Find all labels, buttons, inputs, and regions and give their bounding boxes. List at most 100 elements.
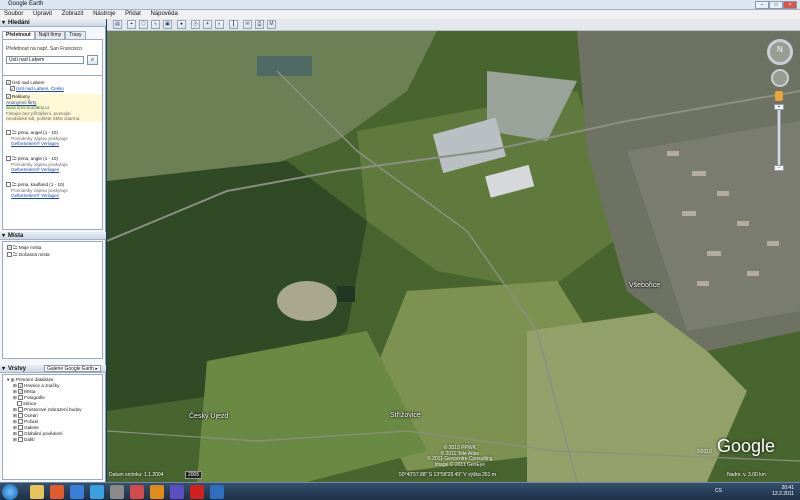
search-button[interactable]: ⌕ xyxy=(87,55,98,65)
zoom-out-button[interactable]: − xyxy=(774,165,784,171)
historical-year-badge[interactable]: 2005 xyxy=(185,471,203,479)
checkbox[interactable] xyxy=(18,437,24,443)
ad-link[interactable]: Anonymní flirty xyxy=(6,100,36,105)
checkbox[interactable] xyxy=(7,252,12,258)
google-maps-icon[interactable]: M xyxy=(267,20,276,29)
result-link[interactable]: GelbeSeiten® Verlagen xyxy=(11,167,59,172)
gallery-button[interactable]: Galerie Google Earth ▸ xyxy=(44,365,101,372)
minimize-button[interactable]: – xyxy=(755,1,769,9)
app-icon[interactable] xyxy=(210,485,224,499)
list-item[interactable]: ⊞ Fotografie xyxy=(13,395,45,401)
place-label-vsebořice[interactable]: Všebořice xyxy=(629,282,660,289)
menu-help[interactable]: Nápověda xyxy=(146,10,181,18)
place-label: Moje místa xyxy=(18,245,42,250)
zoom-in-button[interactable]: + xyxy=(774,104,784,110)
list-item[interactable]: ⊞ Prostorové zobrazení budov xyxy=(13,407,82,413)
historical-imagery-icon[interactable]: ◷ xyxy=(191,20,200,29)
list-item[interactable]: ⊞ ✓ Místa xyxy=(13,389,35,395)
maximize-button[interactable]: □ xyxy=(769,1,783,9)
media-player-icon[interactable] xyxy=(50,485,64,499)
look-joystick[interactable] xyxy=(771,69,789,87)
close-button[interactable]: × xyxy=(783,1,797,9)
tab-fly-to[interactable]: Přeletnout xyxy=(2,31,35,39)
list-item[interactable]: 🗀 pirna, angle (1 - 10) Poznámky zápisu … xyxy=(6,156,102,173)
list-item[interactable]: ⊞ Další xyxy=(13,437,35,443)
menu-tools[interactable]: Nástroje xyxy=(89,10,119,18)
ruler-icon[interactable]: ┃ xyxy=(229,20,238,29)
menu-view[interactable]: Zobrazit xyxy=(58,10,88,18)
app-icon[interactable] xyxy=(110,485,124,499)
layer-label: Fotografie xyxy=(24,395,45,400)
search-input[interactable]: Ústí nad Labem xyxy=(6,56,84,64)
record-tour-icon[interactable]: ● xyxy=(177,20,186,29)
zoom-slider[interactable] xyxy=(777,107,781,167)
list-item[interactable]: Silnice xyxy=(13,401,36,407)
sidebar: Hledání PřeletnoutNajít firmyTrasy Přele… xyxy=(0,19,106,482)
list-item[interactable]: ⊞ Globální povědomí xyxy=(13,431,63,437)
layers-panel-header[interactable]: Vrstvy Galerie Google Earth ▸ xyxy=(0,365,106,373)
result-link[interactable]: Ústí nad Labem, Česko xyxy=(16,86,64,91)
checkbox[interactable]: ✓ xyxy=(6,80,11,86)
print-icon[interactable]: ⎙ xyxy=(255,20,264,29)
planets-icon[interactable]: ◐ xyxy=(215,20,224,29)
menu-add[interactable]: Přidat xyxy=(121,10,145,18)
menu-edit[interactable]: Úpravit xyxy=(29,10,56,18)
checkbox[interactable] xyxy=(18,395,24,401)
path-icon[interactable]: ∿ xyxy=(151,20,160,29)
explorer-icon[interactable] xyxy=(30,485,44,499)
place-label-cesky-ujezd[interactable]: Český Újezd xyxy=(189,413,228,420)
result-link[interactable]: GelbeSeiten® Verlagen xyxy=(11,141,59,146)
menu-file[interactable]: Soubor xyxy=(0,10,27,18)
checkbox[interactable]: ✓ xyxy=(18,389,24,395)
list-item[interactable]: ✓ Reklamy Anonymní flirty www.sms-kontakt… xyxy=(6,94,102,122)
list-item[interactable]: ⊞ Oceán xyxy=(13,413,38,419)
sunlight-icon[interactable]: ☀ xyxy=(203,20,212,29)
checkbox[interactable] xyxy=(18,413,24,419)
tab-directions[interactable]: Trasy xyxy=(65,31,86,39)
email-icon[interactable]: ✉ xyxy=(243,20,252,29)
placemark-icon[interactable]: ⌖ xyxy=(127,20,136,29)
list-item[interactable]: ⊞ Galerie xyxy=(13,425,39,431)
checkbox[interactable] xyxy=(18,407,24,413)
checkbox[interactable] xyxy=(16,401,22,407)
north-icon: N xyxy=(777,45,783,54)
checkbox[interactable]: ✓ xyxy=(9,85,15,91)
language-indicator[interactable]: CS xyxy=(715,488,722,494)
browser-icon[interactable] xyxy=(70,485,84,499)
list-item[interactable]: ⊞ ✓ Hranice a značky xyxy=(13,383,59,389)
opera-icon[interactable] xyxy=(190,485,204,499)
google-earth-icon[interactable] xyxy=(90,485,104,499)
start-button[interactable] xyxy=(2,484,18,500)
checkbox[interactable] xyxy=(18,425,24,431)
layer-label: Primární databáze xyxy=(15,377,54,382)
map-view[interactable]: Všebořice Český Újezd Střížovice N + − G… xyxy=(107,31,800,482)
list-item[interactable]: ✓ Ústí nad Labem ✓ Ústí nad Labem, Česko xyxy=(6,80,102,91)
tab-find-businesses[interactable]: Najít firmy xyxy=(34,31,66,39)
clock[interactable]: 20:41 13.2.2011 xyxy=(772,485,794,497)
checkbox[interactable] xyxy=(18,431,24,437)
layer-label: Počasí xyxy=(24,419,39,424)
list-item[interactable]: 🗀 Dočasná místa xyxy=(7,252,50,258)
list-item[interactable]: 🗀 pirna, angel (1 - 10) Poznámky zápisu … xyxy=(6,130,102,147)
result-link[interactable]: GelbeSeiten® Verlagen xyxy=(11,193,59,198)
app-icon[interactable] xyxy=(130,485,144,499)
list-item[interactable]: ✓ 🗀 Moje místa xyxy=(7,245,42,251)
folder-icon: 🗀 xyxy=(12,130,17,135)
eye-altitude: Nadm. v. 3.00 km xyxy=(727,472,766,478)
list-item[interactable]: ▾ ◍ Primární databáze xyxy=(7,377,53,382)
list-item[interactable]: ⊞ Počasí xyxy=(13,419,39,425)
compass-ring[interactable]: N xyxy=(767,39,793,65)
checkbox[interactable]: ✓ xyxy=(18,383,24,389)
checkbox[interactable] xyxy=(18,419,24,425)
list-item[interactable]: 🗀 pirna, kaufland (1 - 10) Poznámky zápi… xyxy=(6,182,102,199)
search-panel-header[interactable]: Hledání xyxy=(0,19,106,27)
image-overlay-icon[interactable]: ▣ xyxy=(163,20,172,29)
street-view-pegman-icon[interactable] xyxy=(775,91,783,101)
checkbox[interactable]: ✓ xyxy=(7,245,12,251)
places-panel-header[interactable]: Místa xyxy=(0,232,106,240)
polygon-icon[interactable]: ⬠ xyxy=(139,20,148,29)
firefox-icon[interactable] xyxy=(150,485,164,499)
sidebar-toggle-icon[interactable]: ▤ xyxy=(113,20,122,29)
place-label-strizovice[interactable]: Střížovice xyxy=(390,412,421,419)
app-icon[interactable] xyxy=(170,485,184,499)
